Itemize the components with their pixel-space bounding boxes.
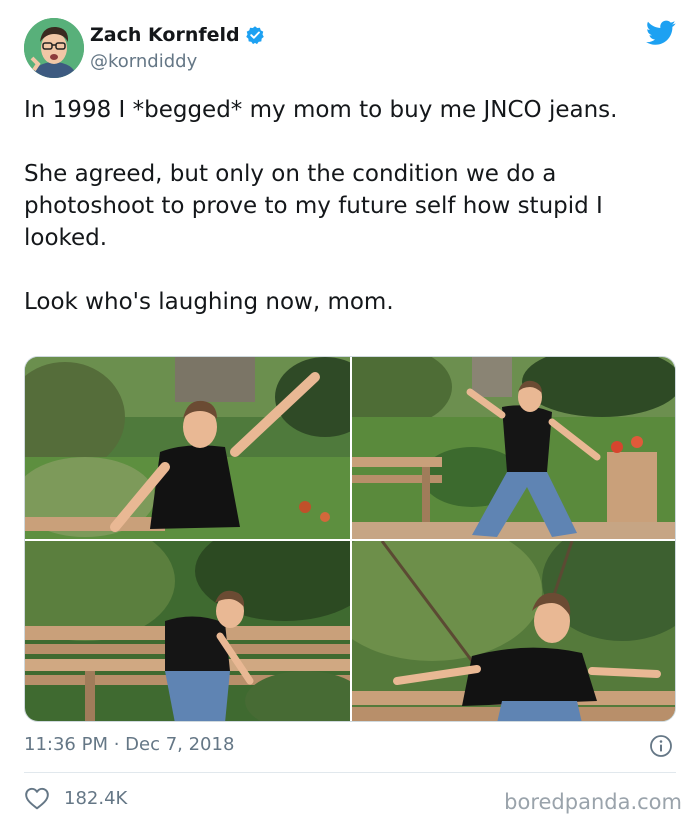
author-handle[interactable]: @korndiddy xyxy=(90,51,197,72)
photo-4[interactable] xyxy=(352,541,675,721)
author-name-row: Zach Kornfeld xyxy=(90,24,265,46)
like-action[interactable]: 182.4K xyxy=(24,786,127,810)
media-grid xyxy=(24,356,676,722)
tweet-timestamp[interactable]: 11:36 PM · Dec 7, 2018 xyxy=(24,734,234,755)
avatar[interactable] xyxy=(24,18,84,78)
tweet-header: Zach Kornfeld @korndiddy xyxy=(24,18,680,82)
watermark: boredpanda.com xyxy=(504,790,682,814)
divider xyxy=(24,772,676,773)
tweet-text: In 1998 I *begged* my mom to buy me JNCO… xyxy=(24,97,618,315)
heart-icon[interactable] xyxy=(24,786,50,810)
info-icon[interactable] xyxy=(649,734,673,758)
photo-3[interactable] xyxy=(25,541,350,721)
photo-1[interactable] xyxy=(25,357,350,539)
likes-count: 182.4K xyxy=(64,787,128,809)
author-name[interactable]: Zach Kornfeld xyxy=(90,24,240,46)
verified-badge-icon xyxy=(245,26,264,45)
photo-2[interactable] xyxy=(352,357,675,539)
twitter-bird-icon[interactable] xyxy=(646,20,676,46)
